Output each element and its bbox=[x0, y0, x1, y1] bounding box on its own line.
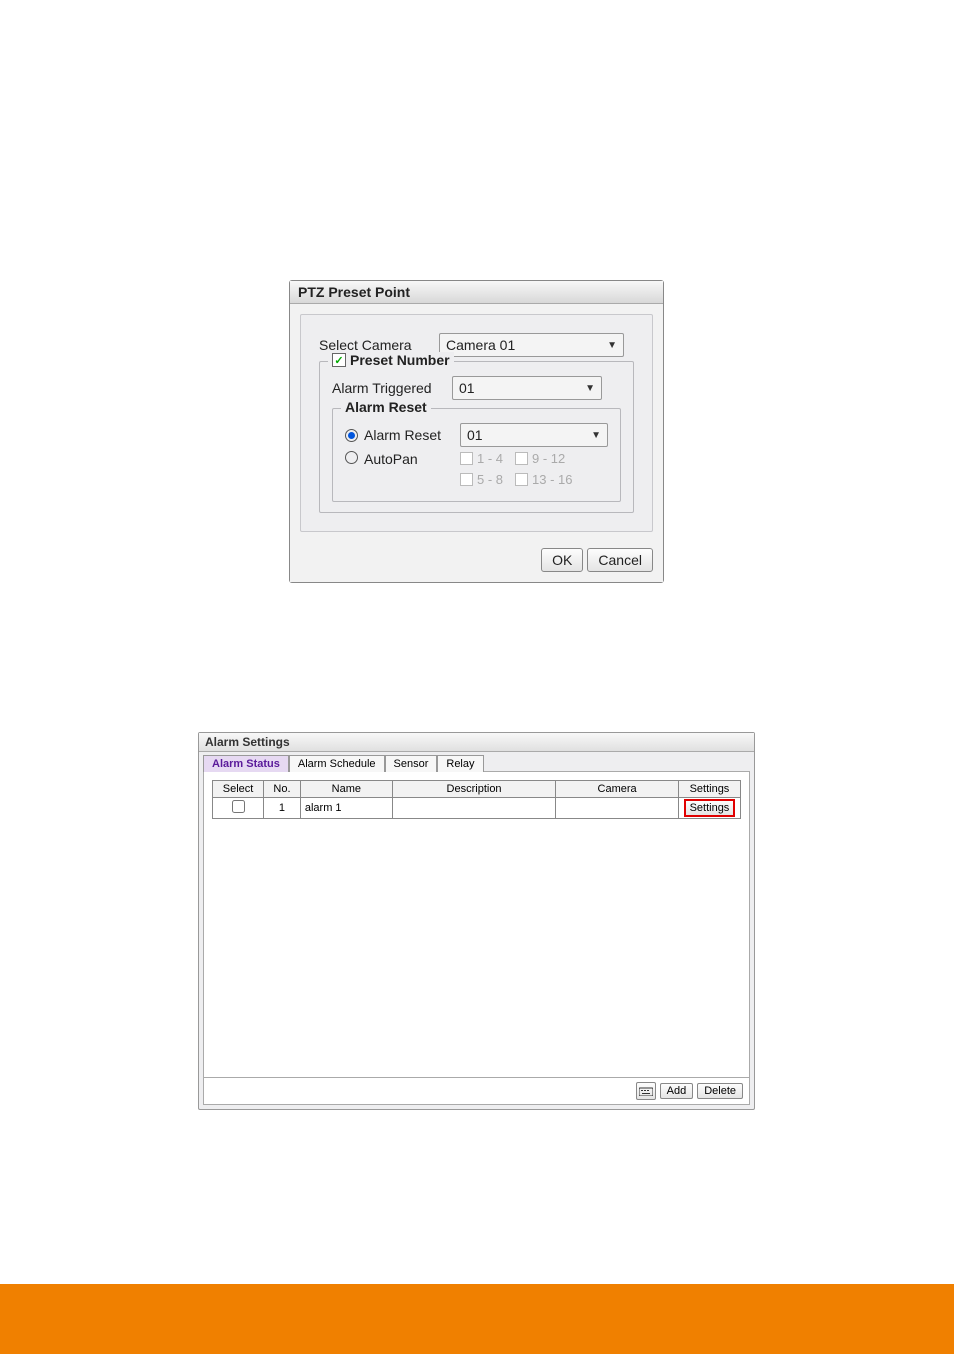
autopan-checkbox-13-16[interactable] bbox=[515, 473, 528, 486]
col-camera: Camera bbox=[556, 781, 679, 798]
autopan-checkbox-5-8[interactable] bbox=[460, 473, 473, 486]
alarm-reset-group: Alarm Reset Alarm Reset 01 ▼ AutoPan 1 -… bbox=[332, 408, 621, 502]
select-camera-label: Select Camera bbox=[319, 337, 439, 353]
col-desc: Description bbox=[392, 781, 555, 798]
autopan-checkbox-9-12[interactable] bbox=[515, 452, 528, 465]
delete-button[interactable]: Delete bbox=[697, 1083, 743, 1099]
tab-alarm-status[interactable]: Alarm Status bbox=[203, 755, 289, 772]
row-select-checkbox[interactable] bbox=[232, 800, 245, 813]
col-name: Name bbox=[300, 781, 392, 798]
ptz-dialog-title: PTZ Preset Point bbox=[290, 281, 663, 304]
autopan-radio[interactable] bbox=[345, 451, 358, 464]
autopan-opt-1-4: 1 - 4 bbox=[477, 451, 503, 466]
col-settings: Settings bbox=[678, 781, 740, 798]
alarm-table: Select No. Name Description Camera Setti… bbox=[212, 780, 741, 819]
alarm-tabs: Alarm Status Alarm Schedule Sensor Relay bbox=[199, 752, 754, 771]
autopan-checkbox-1-4[interactable] bbox=[460, 452, 473, 465]
tab-relay[interactable]: Relay bbox=[437, 755, 483, 772]
table-empty-area bbox=[212, 819, 741, 1069]
alarm-triggered-label: Alarm Triggered bbox=[332, 380, 452, 396]
alarm-reset-radio[interactable] bbox=[345, 429, 358, 442]
preset-number-group: ✓ Preset Number Alarm Triggered 01 ▼ Ala… bbox=[319, 361, 634, 513]
preset-number-checkbox[interactable]: ✓ bbox=[332, 353, 346, 367]
select-camera-dropdown[interactable]: Camera 01 ▼ bbox=[439, 333, 624, 357]
autopan-opt-13-16: 13 - 16 bbox=[532, 472, 572, 487]
chevron-down-icon: ▼ bbox=[585, 383, 595, 394]
row-settings-button[interactable]: Settings bbox=[684, 799, 736, 817]
alarm-triggered-value: 01 bbox=[459, 380, 475, 396]
preset-number-legend: ✓ Preset Number bbox=[328, 352, 454, 368]
add-button[interactable]: Add bbox=[660, 1083, 694, 1099]
alarm-reset-value: 01 bbox=[467, 427, 483, 443]
row-no: 1 bbox=[264, 798, 301, 819]
alarm-reset-radio-label: Alarm Reset bbox=[364, 427, 460, 443]
ptz-dialog-body: Select Camera Camera 01 ▼ ✓ Preset Numbe… bbox=[300, 314, 653, 532]
alarm-settings-panel: Alarm Settings Alarm Status Alarm Schedu… bbox=[198, 732, 755, 1110]
alarm-settings-title: Alarm Settings bbox=[199, 733, 754, 752]
row-camera bbox=[556, 798, 679, 819]
tab-sensor[interactable]: Sensor bbox=[385, 755, 438, 772]
row-description bbox=[392, 798, 555, 819]
ptz-preset-dialog: PTZ Preset Point Select Camera Camera 01… bbox=[289, 280, 664, 583]
table-row: 1 alarm 1 Settings bbox=[213, 798, 741, 819]
alarm-reset-legend: Alarm Reset bbox=[341, 399, 431, 415]
alarm-reset-dropdown[interactable]: 01 ▼ bbox=[460, 423, 608, 447]
preset-number-legend-text: Preset Number bbox=[350, 352, 450, 368]
tab-alarm-schedule[interactable]: Alarm Schedule bbox=[289, 755, 385, 772]
chevron-down-icon: ▼ bbox=[607, 340, 617, 351]
row-name: alarm 1 bbox=[300, 798, 392, 819]
col-no: No. bbox=[264, 781, 301, 798]
col-select: Select bbox=[213, 781, 264, 798]
ok-button[interactable]: OK bbox=[541, 548, 583, 572]
alarm-triggered-dropdown[interactable]: 01 ▼ bbox=[452, 376, 602, 400]
chevron-down-icon: ▼ bbox=[591, 430, 601, 441]
autopan-opt-9-12: 9 - 12 bbox=[532, 451, 565, 466]
autopan-opt-5-8: 5 - 8 bbox=[477, 472, 503, 487]
alarm-tab-body: Select No. Name Description Camera Setti… bbox=[203, 771, 750, 1078]
cancel-button[interactable]: Cancel bbox=[587, 548, 653, 572]
select-camera-value: Camera 01 bbox=[446, 337, 515, 353]
autopan-radio-label: AutoPan bbox=[364, 451, 460, 467]
keyboard-icon[interactable] bbox=[636, 1082, 656, 1100]
page-footer-bar bbox=[0, 1284, 954, 1354]
